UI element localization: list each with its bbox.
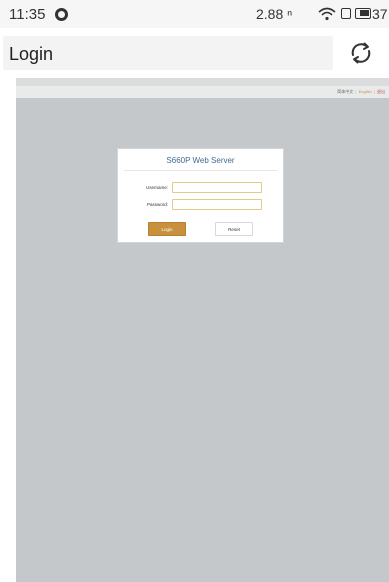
wifi-icon [318, 7, 336, 21]
status-bar: 11:35 2.88 ⁿ 37 [0, 0, 389, 28]
web-content: 简体中文 | English | 退出 S660P Web Server Use… [16, 78, 389, 582]
lang-separator: | [355, 89, 357, 94]
battery-level: 37 [372, 6, 388, 22]
login-button[interactable]: Login [148, 222, 186, 236]
vpn-icon [55, 8, 68, 21]
logout-link[interactable]: 退出 [377, 89, 385, 94]
password-label: Password: [146, 202, 168, 207]
status-time: 11:35 [9, 6, 46, 23]
page-title: Login [9, 44, 54, 64]
sim-icon [341, 8, 351, 19]
refresh-icon[interactable] [348, 40, 374, 66]
login-panel: S660P Web Server Username: Password: Log… [117, 148, 284, 243]
lang-separator: | [373, 89, 375, 94]
top-banner [16, 78, 389, 86]
title-bar[interactable]: Login [3, 36, 333, 70]
lang-en-link[interactable]: English [359, 89, 372, 94]
username-label: Username: [145, 185, 168, 190]
username-input[interactable] [172, 182, 262, 193]
language-bar: 简体中文 | English | 退出 [16, 86, 389, 98]
network-speed: 2.88 ⁿ [256, 6, 293, 22]
reset-button[interactable]: Reset [215, 222, 253, 236]
login-title: S660P Web Server [166, 156, 235, 165]
battery-icon [355, 8, 371, 19]
lang-zh-link[interactable]: 简体中文 [337, 89, 353, 94]
app-header: Login [0, 28, 389, 78]
divider [124, 170, 277, 171]
password-input[interactable] [172, 199, 262, 210]
